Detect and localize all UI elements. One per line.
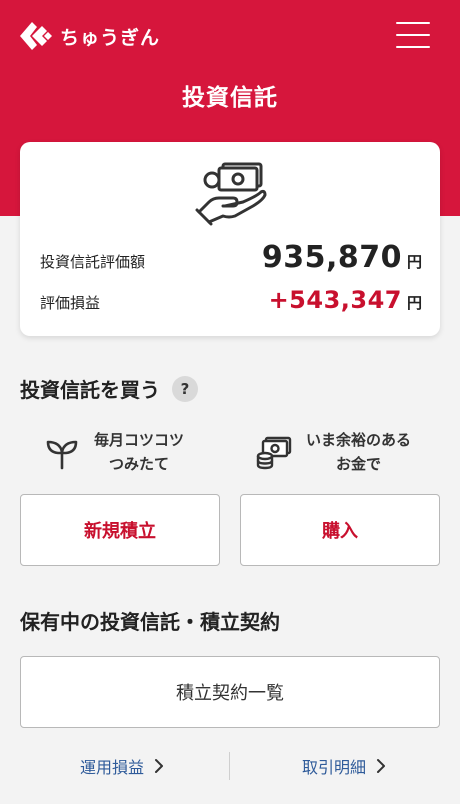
- gain-unit: 円: [406, 294, 422, 312]
- valuation-unit: 円: [406, 253, 422, 271]
- feature-lump-line1: いま余裕のある: [306, 431, 412, 449]
- page-title: 投資信託: [182, 85, 278, 111]
- money-in-hand-icon: [195, 162, 267, 226]
- contract-list-label: 積立契約一覧: [176, 683, 284, 704]
- top-bar: ちゅうぎん: [0, 0, 460, 70]
- valuation-summary-card: 投資信託評価額 935,870 円 評価損益 +543,347 円: [20, 142, 440, 336]
- new-accumulation-label: 新規積立: [84, 521, 156, 542]
- buy-section-title: 投資信託を買う ?: [20, 374, 198, 403]
- cash-coins-icon: [256, 436, 292, 470]
- feature-monthly: 毎月コツコツ つみたて: [44, 428, 184, 476]
- feature-monthly-line2: つみたて: [109, 455, 170, 473]
- holdings-section-title: 保有中の投資信託・積立契約: [20, 610, 280, 634]
- feature-monthly-line1: 毎月コツコツ: [94, 431, 185, 449]
- gain-label: 評価損益: [40, 294, 101, 312]
- help-icon[interactable]: ?: [172, 375, 198, 402]
- transaction-details-link[interactable]: 取引明細: [302, 754, 386, 778]
- hamburger-menu-icon[interactable]: [396, 22, 430, 48]
- contract-list-button[interactable]: 積立契約一覧: [20, 656, 440, 728]
- new-accumulation-button[interactable]: 新規積立: [20, 494, 220, 566]
- investment-pl-link[interactable]: 運用損益: [80, 754, 164, 778]
- gain-row: 評価損益 +543,347 円: [40, 286, 422, 314]
- valuation-row: 投資信託評価額 935,870 円: [40, 240, 422, 275]
- feature-lump-sum: いま余裕のある お金で: [256, 428, 411, 476]
- brand-name: ちゅうぎん: [60, 26, 161, 49]
- purchase-label: 購入: [322, 521, 358, 542]
- feature-lump-line2: お金で: [336, 455, 382, 473]
- bottom-links: 運用損益 取引明細: [0, 752, 460, 782]
- purchase-button[interactable]: 購入: [240, 494, 440, 566]
- link-divider: [229, 752, 230, 780]
- sprout-icon: [46, 440, 78, 470]
- brand-mark-icon: [20, 22, 52, 50]
- chevron-right-icon: [155, 759, 164, 773]
- chevron-right-icon: [377, 759, 386, 773]
- valuation-amount: 935,870: [261, 240, 402, 275]
- transaction-details-label: 取引明細: [302, 758, 367, 777]
- valuation-label: 投資信託評価額: [40, 253, 146, 271]
- buy-section-heading: 投資信託を買う: [20, 378, 160, 402]
- investment-pl-label: 運用損益: [80, 758, 145, 777]
- brand-logo[interactable]: ちゅうぎん: [18, 20, 160, 52]
- gain-amount: +543,347: [268, 286, 402, 314]
